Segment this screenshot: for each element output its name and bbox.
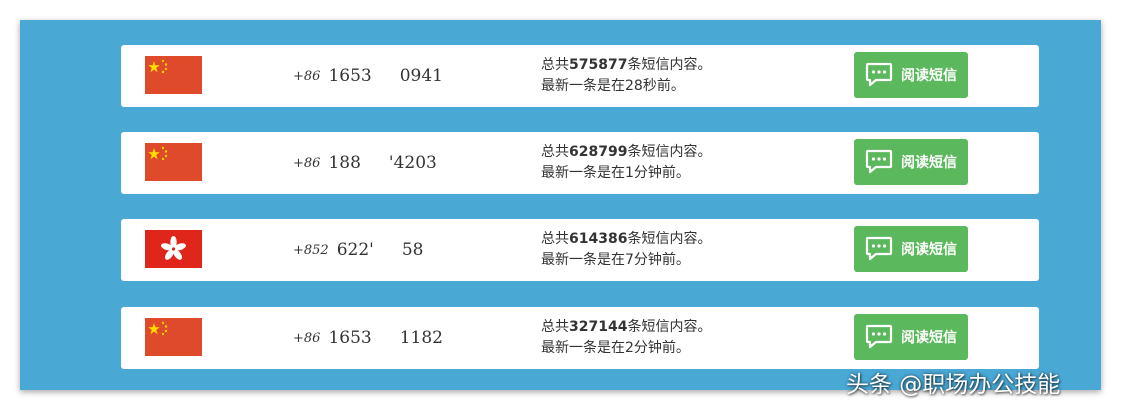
message-info: 总共575877条短信内容。 最新一条是在28秒前。 xyxy=(541,55,711,97)
chat-bubble-icon xyxy=(865,149,893,174)
message-count: 575877 xyxy=(569,57,628,73)
phone-number-part-b: 1182 xyxy=(399,328,443,348)
latest-message-text: 最新一条是在1分钟前。 xyxy=(541,165,690,181)
number-row: +86 188 '4203 总共628799条短信内容。 最新一条是在1分钟前。… xyxy=(121,132,1039,194)
latest-message-text: 最新一条是在7分钟前。 xyxy=(541,252,690,268)
phone-number-part-b: 0941 xyxy=(399,66,443,86)
hongkong-flag-icon xyxy=(145,230,202,268)
chat-bubble-icon xyxy=(865,324,893,349)
chat-bubble-icon xyxy=(865,62,893,87)
read-sms-label: 阅读短信 xyxy=(901,68,957,84)
total-messages-text: 总共628799条短信内容。 xyxy=(541,144,712,160)
china-flag-icon xyxy=(145,143,202,181)
total-messages-text: 总共614386条短信内容。 xyxy=(541,231,712,247)
latest-message-text: 最新一条是在2分钟前。 xyxy=(541,340,690,356)
number-list-panel: +86 1653 0941 总共575877条短信内容。 最新一条是在28秒前。… xyxy=(20,20,1101,390)
phone-number-part-a: 1653 xyxy=(328,328,372,348)
phone-number-part-a: 188 xyxy=(328,153,361,173)
china-flag-icon xyxy=(145,318,202,356)
read-sms-button[interactable]: 阅读短信 xyxy=(854,226,968,272)
message-info: 总共327144条短信内容。 最新一条是在2分钟前。 xyxy=(541,317,711,359)
read-sms-button[interactable]: 阅读短信 xyxy=(854,314,968,360)
message-info: 总共614386条短信内容。 最新一条是在7分钟前。 xyxy=(541,229,711,271)
number-row: +86 1653 0941 总共575877条短信内容。 最新一条是在28秒前。… xyxy=(121,45,1039,107)
message-count: 327144 xyxy=(569,319,628,335)
total-messages-text: 总共575877条短信内容。 xyxy=(541,57,712,73)
read-sms-label: 阅读短信 xyxy=(901,155,957,171)
country-code: +86 xyxy=(293,68,321,84)
message-count: 628799 xyxy=(569,144,628,160)
phone-number-part-b: '4203 xyxy=(388,153,437,173)
phone-number: +86 188 '4203 xyxy=(293,132,437,194)
phone-number: +86 1653 0941 xyxy=(293,45,443,107)
watermark-text: 头条 @职场办公技能 xyxy=(846,372,1061,398)
chat-bubble-icon xyxy=(865,236,893,261)
phone-number-part-a: 1653 xyxy=(328,66,372,86)
phone-number-part-b: 58 xyxy=(401,240,424,260)
message-info: 总共628799条短信内容。 最新一条是在1分钟前。 xyxy=(541,142,711,184)
phone-number: +86 1653 1182 xyxy=(293,307,443,369)
country-code: +86 xyxy=(293,155,321,171)
phone-number: +852 622' 58 xyxy=(293,219,423,281)
phone-number-part-a: 622' xyxy=(336,240,374,260)
total-messages-text: 总共327144条短信内容。 xyxy=(541,319,712,335)
read-sms-label: 阅读短信 xyxy=(901,242,957,258)
read-sms-button[interactable]: 阅读短信 xyxy=(854,52,968,98)
read-sms-label: 阅读短信 xyxy=(901,330,957,346)
latest-message-text: 最新一条是在28秒前。 xyxy=(541,78,685,94)
number-row: +86 1653 1182 总共327144条短信内容。 最新一条是在2分钟前。… xyxy=(121,307,1039,369)
country-code: +852 xyxy=(293,242,329,258)
message-count: 614386 xyxy=(569,231,628,247)
read-sms-button[interactable]: 阅读短信 xyxy=(854,139,968,185)
number-row: +852 622' 58 总共614386条短信内容。 最新一条是在7分钟前。 … xyxy=(121,219,1039,281)
country-code: +86 xyxy=(293,330,321,346)
china-flag-icon xyxy=(145,56,202,94)
